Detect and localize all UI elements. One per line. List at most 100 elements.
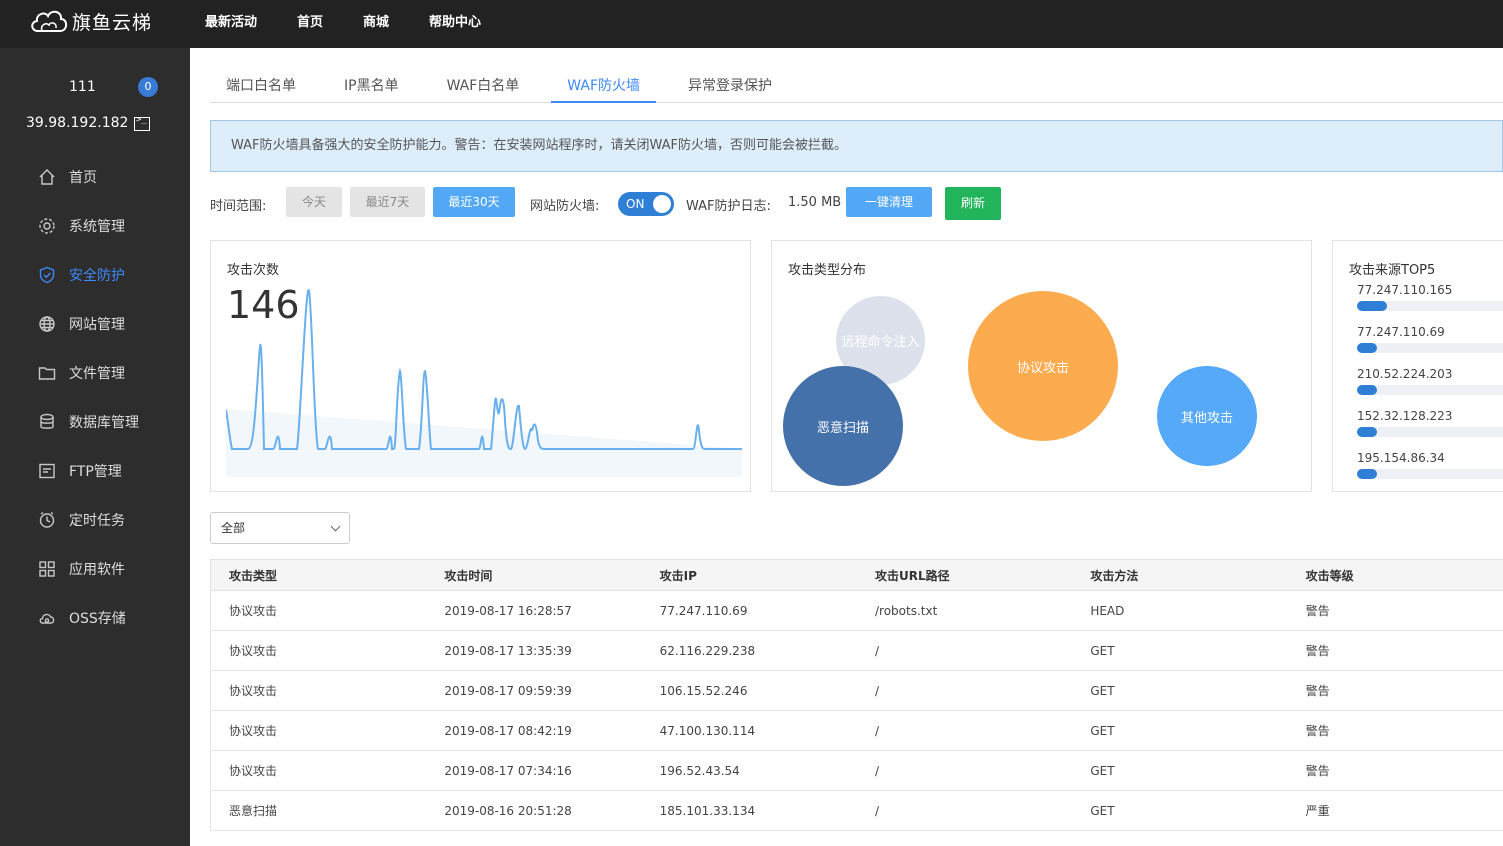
cell-attack-method: GET	[1090, 763, 1115, 778]
sidebar-item-label: 安全防护	[69, 267, 125, 284]
tab-abnormal-login[interactable]: 异常登录保护	[672, 72, 788, 103]
sidebar-item-cron[interactable]: 定时任务	[0, 495, 190, 544]
database-icon	[40, 413, 54, 429]
bubble-protocol-attack[interactable]: 协议攻击	[968, 291, 1118, 441]
table-row[interactable]: 协议攻击 2019-08-17 09:59:39 106.15.52.246 / GET…	[211, 671, 1503, 711]
range-30days-button[interactable]: 最近30天	[433, 187, 515, 217]
table-row[interactable]: 协议攻击 2019-08-17 07:34:16 196.52.43.54 / GET 警…	[211, 751, 1503, 791]
bubble-malicious-scan[interactable]: 恶意扫描	[783, 366, 903, 486]
waf-log-size: 1.50 MB	[788, 195, 842, 210]
table-row[interactable]: 协议攻击 2019-08-17 13:35:39 62.116.229.238 / GE…	[211, 631, 1503, 671]
range-7days-button[interactable]: 最近7天	[350, 187, 425, 217]
table-row[interactable]: 协议攻击 2019-08-17 16:28:57 77.247.110.69/rob…	[211, 591, 1503, 631]
cell-attack-time: 2019-08-17 07:34:16	[444, 763, 572, 778]
cell-attack-level: 警告	[1305, 724, 1330, 738]
brand-logo[interactable]: 旗鱼云梯	[28, 4, 152, 38]
top5-bar	[1357, 301, 1503, 311]
sidebar-item-label: OSS存储	[69, 610, 126, 627]
sidebar-item-system[interactable]: 系统管理	[0, 201, 190, 250]
sidebar-item-label: 首页	[69, 169, 97, 186]
attack-type-panel: 攻击类型分布 远程命令注入 协议攻击 恶意扫描 其他攻击	[771, 240, 1312, 492]
top5-bar-fill	[1357, 385, 1377, 395]
header-attack-ip[interactable]: 攻击IP	[642, 567, 857, 584]
header-attack-method[interactable]: 攻击方法	[1072, 567, 1287, 584]
top5-ip: 152.32.128.223	[1357, 409, 1453, 423]
sidebar-item-database[interactable]: 数据库管理	[0, 397, 190, 446]
nav-latest-activity[interactable]: 最新活动	[205, 11, 257, 30]
cell-attack-url: /	[874, 803, 880, 818]
sidebar: 111 0 39.98.192.182 首页 系统管理 安全防护 网站管理 文件…	[0, 48, 190, 846]
chevron-down-icon	[330, 521, 341, 532]
header-attack-time[interactable]: 攻击时间	[426, 567, 641, 584]
sidebar-item-label: 系统管理	[69, 218, 125, 235]
sidebar-item-label: 数据库管理	[69, 414, 139, 431]
table-header: 攻击类型 攻击时间 攻击IP 攻击URL路径 攻击方法 攻击等级	[211, 559, 1503, 591]
top5-bar	[1357, 343, 1503, 353]
top5-title: 攻击来源TOP5	[1349, 263, 1436, 278]
terminal-icon[interactable]	[134, 115, 150, 131]
table-row[interactable]: 恶意扫描 2019-08-16 20:51:28 185.101.33.134 / GE…	[211, 791, 1503, 831]
cloud-logo-icon	[31, 10, 68, 32]
top-bar: 旗鱼云梯 最新活动 首页 商城 帮助中心	[0, 0, 1503, 48]
clock-icon	[39, 511, 55, 528]
attack-type-title: 攻击类型分布	[788, 263, 867, 278]
sidebar-item-apps[interactable]: 应用软件	[0, 544, 190, 593]
attack-log-table: 攻击类型 攻击时间 攻击IP 攻击URL路径 攻击方法 攻击等级 协议攻击 201…	[210, 559, 1503, 831]
notification-badge[interactable]: 0	[138, 77, 158, 97]
tab-waf-whitelist[interactable]: WAF白名单	[431, 72, 536, 103]
cell-attack-level: 严重	[1305, 804, 1330, 818]
sidebar-item-label: 定时任务	[69, 512, 125, 529]
table-row[interactable]: 协议攻击 2019-08-17 08:42:19 47.100.130.114 / GE…	[211, 711, 1503, 751]
cell-attack-type: 协议攻击	[229, 684, 278, 698]
sidebar-item-label: 应用软件	[69, 561, 125, 578]
cell-attack-time: 2019-08-17 08:42:19	[444, 723, 572, 738]
refresh-button[interactable]: 刷新	[945, 187, 1001, 220]
top5-ip: 77.247.110.165	[1357, 283, 1453, 297]
cell-attack-method: GET	[1090, 803, 1115, 818]
sidebar-item-ftp[interactable]: FTP管理	[0, 446, 190, 495]
cell-attack-level: 警告	[1305, 604, 1330, 618]
cell-attack-time: 2019-08-17 16:28:57	[444, 603, 572, 618]
tab-port-whitelist[interactable]: 端口白名单	[210, 72, 312, 103]
cell-attack-level: 警告	[1305, 764, 1330, 778]
cell-attack-ip: 77.247.110.69	[659, 603, 748, 618]
header-attack-level[interactable]: 攻击等级	[1288, 567, 1503, 584]
bubble-other-attack[interactable]: 其他攻击	[1157, 366, 1257, 466]
table-body: 协议攻击 2019-08-17 16:28:57 77.247.110.69/rob…	[211, 591, 1503, 831]
toggle-state: ON	[626, 197, 645, 211]
cell-attack-url: /	[874, 643, 880, 658]
firewall-toggle[interactable]: ON	[618, 192, 674, 216]
sidebar-item-files[interactable]: 文件管理	[0, 348, 190, 397]
sidebar-item-home[interactable]: 首页	[0, 152, 190, 201]
sidebar-item-oss[interactable]: OSS存储	[0, 593, 190, 642]
sidebar-item-security[interactable]: 安全防护	[0, 250, 190, 299]
nav-home[interactable]: 首页	[297, 11, 323, 30]
tab-ip-blacklist[interactable]: IP黑名单	[328, 72, 415, 103]
server-ip: 39.98.192.182	[26, 115, 129, 131]
shield-icon	[39, 266, 55, 283]
nav-help-center[interactable]: 帮助中心	[429, 11, 481, 30]
ftp-icon	[39, 463, 55, 478]
top5-ip: 210.52.224.203	[1357, 367, 1453, 381]
cloud-storage-icon	[39, 613, 55, 624]
home-icon	[39, 168, 55, 185]
cell-attack-level: 警告	[1305, 684, 1330, 698]
cell-attack-ip: 47.100.130.114	[659, 723, 756, 738]
nav-store[interactable]: 商城	[363, 11, 389, 30]
cell-attack-level: 警告	[1305, 644, 1330, 658]
security-tabs: 端口白名单 IP黑名单 WAF白名单 WAF防火墙 异常登录保护	[210, 72, 1503, 103]
apps-icon	[39, 560, 55, 577]
header-attack-type[interactable]: 攻击类型	[211, 567, 426, 584]
tab-waf-firewall[interactable]: WAF防火墙	[551, 72, 657, 103]
clear-log-button[interactable]: 一键清理	[846, 187, 932, 217]
cell-attack-ip: 62.116.229.238	[659, 643, 756, 658]
sidebar-item-label: 网站管理	[69, 316, 125, 333]
cell-attack-method: GET	[1090, 723, 1115, 738]
sidebar-item-website[interactable]: 网站管理	[0, 299, 190, 348]
cell-attack-url: /	[874, 723, 880, 738]
range-today-button[interactable]: 今天	[286, 187, 342, 217]
attack-type-select[interactable]: 全部	[210, 512, 350, 544]
top5-bar	[1357, 385, 1503, 395]
cell-attack-method: GET	[1090, 643, 1115, 658]
header-attack-url[interactable]: 攻击URL路径	[857, 567, 1072, 584]
